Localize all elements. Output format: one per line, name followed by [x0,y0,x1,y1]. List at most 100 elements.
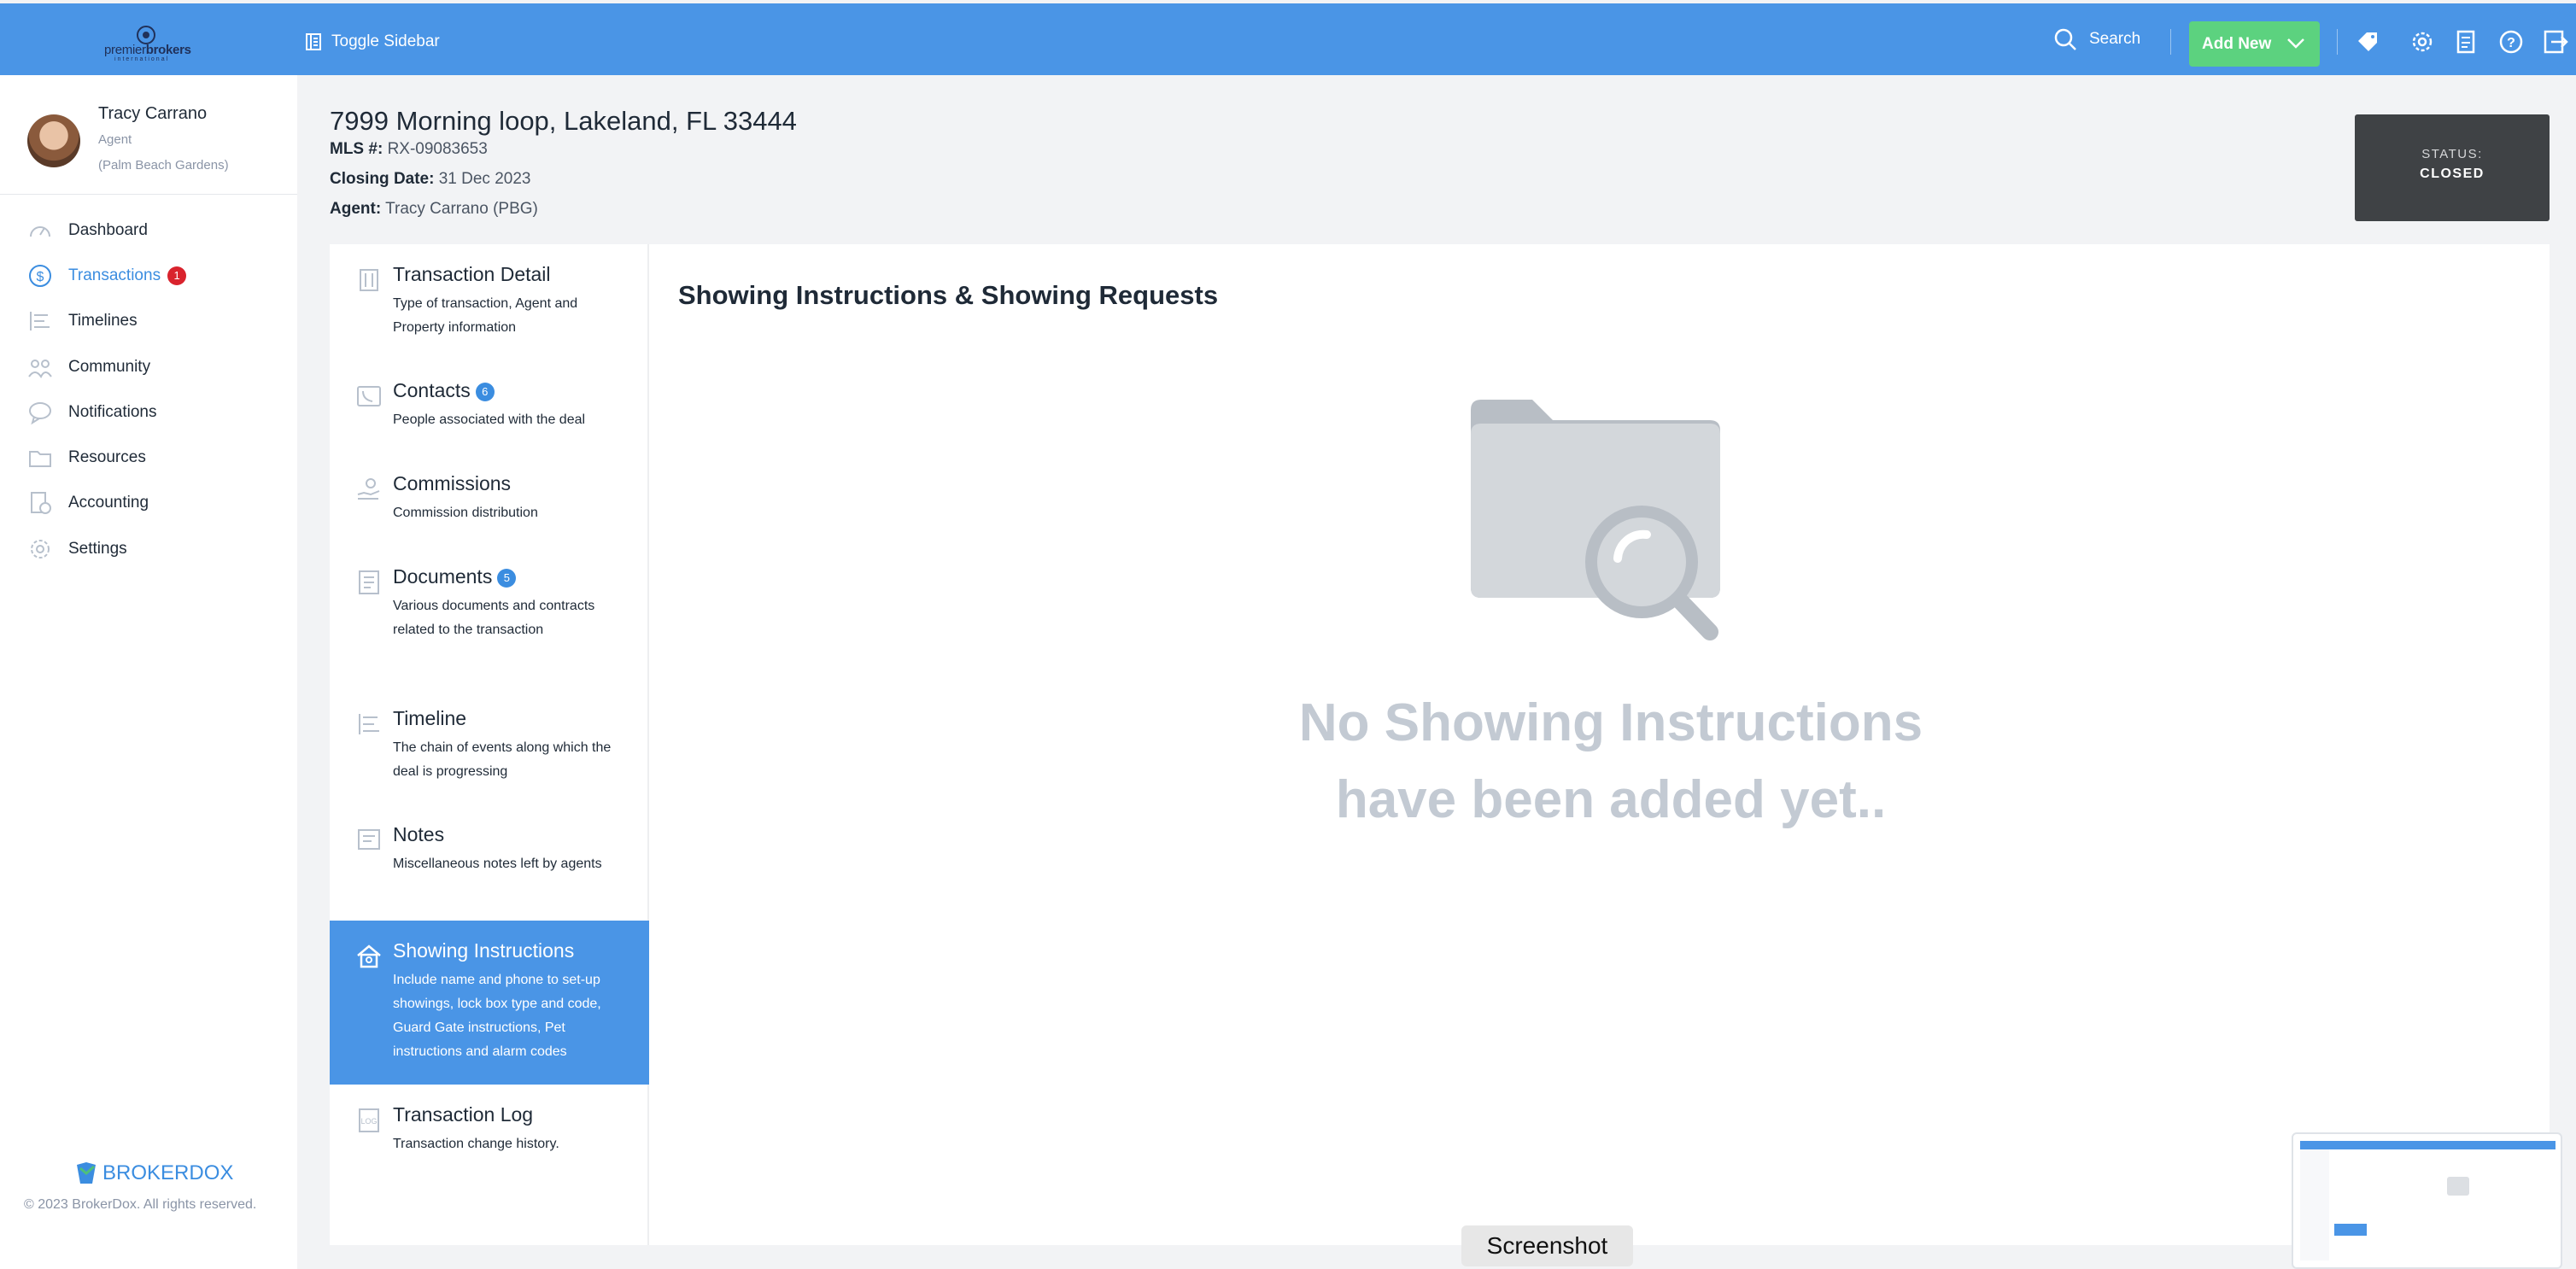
empty-state-line: have been added yet.. [1335,770,1887,829]
top-bar: premierbrokers international Toggle Side… [0,3,2576,75]
brokerdox-logo: BROKERDOX [75,1161,233,1185]
tab-title: Transaction Log [393,1103,534,1126]
status-badge: STATUS: CLOSED [2355,114,2550,221]
tab-title: Documents [393,565,493,588]
sidebar-item-label: Transactions [68,266,161,284]
avatar[interactable] [27,114,80,167]
closing-value: 31 Dec 2023 [438,170,531,188]
mls-label: MLS #: [330,140,383,158]
tab-title: Showing Instructions [393,939,575,962]
tab-title: Commissions [393,472,512,494]
tab-description: People associated with the deal [393,412,586,427]
tab-description: Type of transaction, Agent and Property … [393,296,578,335]
sidebar-item-label: Resources [68,448,146,467]
count-badge: 6 [475,382,495,401]
divider [2170,29,2171,55]
tab-description: Commission distribution [393,506,538,520]
search-button[interactable]: Search [2053,27,2140,51]
document-icon [359,570,379,594]
sidebar-item-transactions[interactable]: $ Transactions 1 [0,253,297,298]
status-label: STATUS: [2421,147,2483,161]
logo-tagline: international [114,56,170,62]
logout-icon[interactable] [2543,29,2568,55]
toggle-sidebar-label: Toggle Sidebar [331,32,440,50]
tab-title: Notes [393,823,445,845]
tab-description: The chain of events along which the deal… [393,740,612,779]
tab-title: Contacts [393,379,471,401]
note-icon [358,829,380,850]
closing-date: Closing Date: 31 Dec 2023 [330,170,530,189]
add-new-button[interactable]: Add New [2189,21,2320,67]
brokerdox-mark-icon [77,1162,96,1184]
log-icon: LOG [359,1108,379,1132]
svg-text:?: ? [2507,36,2515,50]
sidebar: Tracy Carrano Agent (Palm Beach Gardens)… [0,75,297,1269]
transaction-card: Transaction Detail Type of transaction, … [330,244,2550,1245]
agent-label: Agent: [330,200,382,218]
add-new-label: Add New [2202,34,2272,53]
tab-title: Transaction Detail [393,263,551,285]
screenshot-thumbnail[interactable] [2292,1132,2562,1269]
search-label: Search [2089,30,2141,48]
tab-timeline[interactable]: Timeline The chain of events along which… [330,704,649,789]
count-badge: 5 [497,568,517,588]
tab-showing-instructions[interactable]: Showing Instructions Include name and ph… [330,921,649,1085]
empty-folder-search-icon [1471,400,1720,640]
panel-title: Showing Instructions & Showing Requests [678,280,1219,310]
tab-commissions[interactable]: Commissions Commission distribution [330,469,649,537]
empty-state-line: No Showing Instructions [1298,693,1923,752]
search-icon [2054,28,2076,50]
sidebar-item-label: Community [68,357,151,376]
timeline-icon [30,312,50,331]
sidebar-item-timelines[interactable]: Timelines [0,299,297,344]
mls-number: MLS #: RX-09083653 [330,140,488,159]
screenshot-label: Screenshot [1461,1225,1633,1266]
agent-value: Tracy Carrano (PBG) [385,200,538,218]
tab-documents[interactable]: Documents 5 Various documents and contrac… [330,562,649,671]
folder-icon [29,451,51,468]
sidebar-nav: Dashboard $ Transactions 1 Timelines Com… [0,208,297,571]
help-icon[interactable]: ? [2498,29,2524,55]
company-logo[interactable]: premierbrokers international [96,24,203,65]
tag-icon[interactable] [2355,29,2380,55]
calculator-doc-icon[interactable] [2454,29,2479,55]
sidebar-item-notifications[interactable]: Notifications [0,389,297,435]
tab-contacts[interactable]: Contacts 6 People associated with the dea… [330,376,649,444]
sidebar-item-community[interactable]: Community [0,344,297,389]
logo-word-bold: brokers [145,43,191,57]
speedometer-icon [30,225,50,237]
house-icon [357,944,381,968]
ledger-icon [31,492,51,515]
sidebar-item-label: Notifications [68,402,157,421]
mls-value: RX-09083653 [387,140,488,158]
chevron-down-icon [2287,38,2304,49]
sidebar-item-resources[interactable]: Resources [0,435,297,480]
sidebar-item-label: Timelines [68,312,138,330]
sidebar-item-accounting[interactable]: Accounting [0,481,297,526]
empty-state-message: No Showing Instructions have been added … [1286,685,1935,839]
tab-description: Various documents and contracts related … [393,599,595,637]
tab-transaction-detail[interactable]: Transaction Detail Type of transaction, … [330,260,649,345]
sidebar-item-dashboard[interactable]: Dashboard [0,208,297,253]
sidebar-toggle-icon [306,33,321,50]
tab-notes[interactable]: Notes Miscellaneous notes left by agents [330,820,649,905]
user-name: Tracy Carrano [98,104,208,123]
user-office: (Palm Beach Gardens) [98,158,229,173]
sidebar-item-settings[interactable]: Settings [0,526,297,571]
status-value: CLOSED [2420,167,2485,181]
property-address: 7999 Morning loop, Lakeland, FL 33444 [330,106,797,136]
svg-text:$: $ [37,270,44,284]
sidebar-item-label: Accounting [68,494,149,512]
chat-bubble-icon [29,401,51,425]
tab-transaction-log[interactable]: LOG Transaction Log Transaction change h… [330,1100,649,1168]
phone-icon [357,386,381,406]
notification-badge: 1 [167,266,187,285]
logo-word-light: premier [104,43,146,57]
gear-icon [31,539,50,558]
copyright-text: © 2023 BrokerDox. All rights reserved. [24,1197,257,1212]
svg-text:LOG: LOG [360,1117,377,1126]
brand-name: BROKERDOX [102,1161,234,1184]
hand-coin-icon [357,478,380,500]
toggle-sidebar-button[interactable]: Toggle Sidebar [306,29,440,55]
gear-icon[interactable] [2409,29,2435,55]
